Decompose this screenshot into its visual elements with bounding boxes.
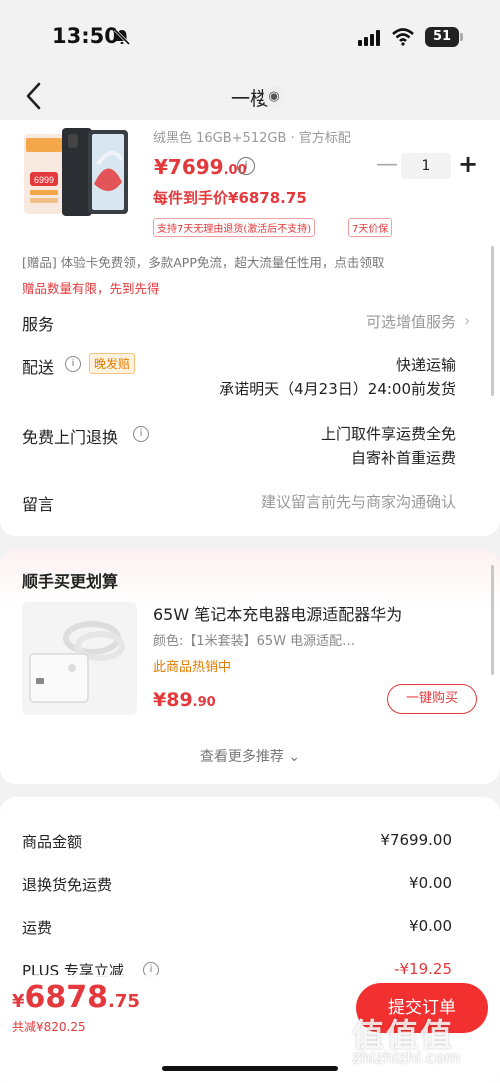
battery-indicator: 51 [425,27,463,47]
delivery-method: 快递运输 [395,356,456,374]
tag-price-protect: 7天价保 [348,218,393,237]
summary-label: 商品金额 [22,833,83,851]
summary-value: ¥0.00 [409,874,452,892]
tag-seven-day-return: 支持7天无理由退货(激活后不支持) [153,218,316,237]
message-input[interactable]: 建议留言前先与商家沟通确认 [261,491,456,512]
recommend-title: 顺手买更划算 [22,572,119,591]
one-click-buy-button[interactable]: 一键购买 [387,684,477,714]
scrollbar[interactable] [491,565,494,675]
summary-value: ¥0.00 [409,917,452,935]
chevron-right-icon: › [464,311,471,330]
quantity-input[interactable]: 1 [401,153,451,179]
quantity-decrease-button[interactable]: — [376,152,398,177]
accessory-title[interactable]: 65W 笔记本充电器电源适配器华为 [153,601,402,625]
wifi-icon [392,28,414,46]
gift-line[interactable]: [赠品] 体验卡免费领，多款APP免流，超大流量任性用，点击领取 [22,252,384,271]
late-compensation-badge: 晚发赔 [89,353,136,374]
gift-limit-note: 赠品数量有限，先到先得 [22,281,160,296]
product-image[interactable]: 6999 [22,124,132,224]
accessory-color[interactable]: 颜色:【1米套装】65W 电源适配… [153,630,355,649]
summary-value: ¥7699.00 [380,831,452,849]
location-pin-icon[interactable]: ◉ [263,86,285,108]
delivery-label: 配送 [22,358,55,377]
return-self-ship-note: 自寄补首重运费 [350,449,456,467]
total-price: ¥6878.75 [12,980,140,1015]
delivery-info-icon[interactable]: i [65,356,81,372]
return-pickup-note: 上门取件享运费全免 [320,425,456,443]
scrollbar[interactable] [491,246,494,396]
message-label: 留言 [22,495,55,514]
accessory-hot-label: 此商品热销中 [153,660,232,675]
product-price: ¥7699.00 [154,155,247,179]
bell-muted-icon [113,28,131,46]
charger-image[interactable] [22,602,137,715]
delivery-promise: 承诺明天（4月23日）24:00前发货 [219,380,456,398]
total-saved: 共减¥820.25 [12,1020,86,1034]
price-info-icon[interactable]: i [237,157,255,175]
home-indicator[interactable] [162,1066,338,1071]
each-final-price: 每件到手价¥6878.75 [153,189,307,207]
summary-label: 退换货免运费 [22,876,113,894]
promo-badge-text: 6999 [34,175,54,185]
watermark-url: zhizhizhi.com [352,1048,461,1067]
accessory-price: ¥89.90 [153,689,216,711]
service-label: 服务 [22,315,55,334]
see-more-recommend[interactable]: 查看更多推荐 ⌄ [0,746,500,766]
return-label: 免费上门退换 [22,428,119,447]
product-spec[interactable]: 绒黑色 16GB+512GB · 官方标配 [153,127,351,146]
service-value[interactable]: 可选增值服务 [366,311,456,332]
chevron-down-icon: ⌄ [288,749,301,765]
status-time: 13:50 [52,24,119,48]
quantity-increase-button[interactable]: + [458,150,478,178]
summary-label: 运费 [22,919,53,937]
signal-icon [358,30,380,46]
return-info-icon[interactable]: i [133,426,149,442]
page-title: 一楼 [230,88,269,110]
